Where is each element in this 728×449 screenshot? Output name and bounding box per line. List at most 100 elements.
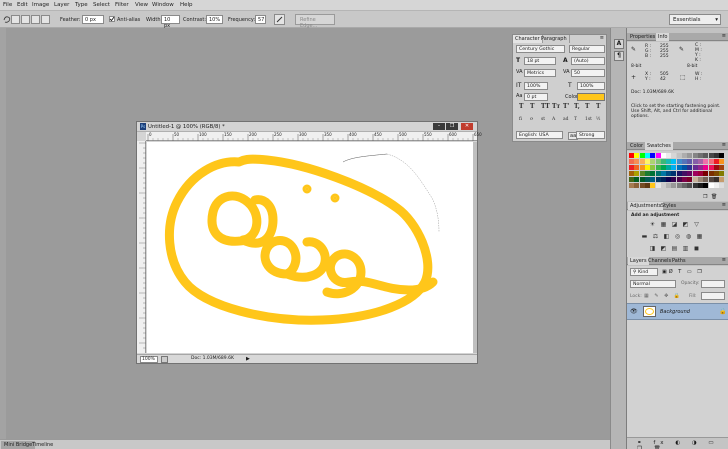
opentype-button[interactable]: fi [519, 117, 522, 122]
swatch[interactable] [671, 177, 677, 182]
canvas-area[interactable] [147, 142, 477, 353]
layer-filter-icons[interactable]: ▣Ø T ▭ ❐ [662, 269, 704, 275]
swatch[interactable] [655, 159, 661, 164]
layers-footer-icons[interactable]: ⚭ fx ◐ ◑ ▭ ❐ 🗑 [637, 440, 728, 449]
opentype-button[interactable]: ơ [530, 117, 533, 122]
panel-menu-icon[interactable]: ≡ [722, 257, 726, 263]
swatch[interactable] [629, 165, 634, 170]
swatch[interactable] [644, 159, 650, 164]
swatch[interactable] [692, 171, 698, 176]
adjustment-icon[interactable]: ⚖ [652, 233, 659, 240]
layer-row-background[interactable]: 👁 Background 🔒 [627, 303, 728, 320]
swatch[interactable] [697, 177, 703, 182]
opentype-button[interactable]: 1st [585, 117, 592, 122]
panel-menu-icon[interactable]: ≡ [722, 202, 726, 208]
adjustment-icon[interactable]: ◪ [671, 221, 678, 228]
swatch[interactable] [650, 183, 656, 188]
swatch[interactable] [687, 183, 693, 188]
swatch[interactable] [639, 159, 645, 164]
opentype-button[interactable]: T [574, 117, 577, 122]
antialias-select[interactable]: Strong [576, 131, 605, 139]
swatch[interactable] [634, 171, 640, 176]
maximize-button[interactable]: ❐ [446, 123, 458, 130]
swatch[interactable] [676, 177, 682, 182]
swatch[interactable] [666, 165, 672, 170]
opentype-button[interactable]: ad [563, 117, 569, 122]
swatch[interactable] [682, 177, 687, 182]
swatch[interactable] [697, 153, 703, 158]
font-family-select[interactable]: Century Gothic [516, 45, 565, 53]
status-menu-arrow-icon[interactable]: ▶ [246, 356, 250, 362]
swatch[interactable] [639, 171, 645, 176]
type-style-button[interactable]: Tт [552, 103, 560, 110]
swatch[interactable] [692, 177, 698, 182]
tracking-input[interactable]: 50 [571, 69, 605, 77]
swatch[interactable] [639, 183, 645, 188]
new-selection-icon[interactable] [11, 15, 20, 24]
feather-input[interactable]: 0 px [82, 15, 104, 24]
swatch[interactable] [708, 171, 714, 176]
tab-swatches[interactable]: Swatches [645, 142, 673, 150]
swatch[interactable] [687, 165, 693, 170]
menu-window[interactable]: Window [152, 2, 174, 8]
menu-file[interactable]: File [3, 2, 12, 8]
adjustment-icon[interactable]: ◎ [674, 233, 681, 240]
swatch[interactable] [708, 183, 714, 188]
adjustment-icon[interactable]: ◩ [682, 221, 689, 228]
swatch[interactable] [671, 183, 677, 188]
type-style-button[interactable]: TT [541, 103, 550, 110]
swatch[interactable] [650, 177, 656, 182]
menu-filter[interactable]: Filter [115, 2, 129, 8]
trash-icon[interactable]: 🗑 [711, 194, 717, 200]
tab-color[interactable]: Color [628, 142, 645, 150]
swatch[interactable] [713, 177, 719, 182]
swatch[interactable] [687, 177, 693, 182]
swatch[interactable] [719, 165, 725, 170]
add-selection-icon[interactable] [21, 15, 30, 24]
swatch[interactable] [692, 159, 698, 164]
font-size-input[interactable]: 18 pt [524, 57, 556, 65]
menu-image[interactable]: Image [32, 2, 49, 8]
swatch[interactable] [666, 153, 672, 158]
swatch[interactable] [660, 171, 666, 176]
paragraph-panel-icon[interactable]: ¶ [614, 51, 624, 61]
vertical-scale-input[interactable]: 100% [524, 82, 548, 90]
swatch[interactable] [703, 165, 709, 170]
zoom-input[interactable]: 100% [140, 356, 158, 363]
menu-select[interactable]: Select [93, 2, 110, 8]
swatch[interactable] [708, 177, 714, 182]
swatch[interactable] [644, 165, 650, 170]
swatch[interactable] [629, 183, 634, 188]
blend-mode-select[interactable]: Normal [630, 280, 676, 288]
adjustment-icon[interactable]: ▬ [641, 233, 648, 240]
panel-menu-icon[interactable]: ≡ [600, 35, 604, 41]
tab-paragraph[interactable]: Paragraph [539, 35, 570, 43]
menu-edit[interactable]: Edit [17, 2, 28, 8]
panel-menu-icon[interactable]: ≡ [722, 33, 726, 39]
swatch[interactable] [719, 153, 725, 158]
tab-timeline[interactable]: Timeline [29, 441, 56, 449]
swatch[interactable] [713, 183, 719, 188]
swatch[interactable] [697, 165, 703, 170]
adjustment-icon[interactable]: ◩ [660, 245, 667, 252]
swatch[interactable] [666, 171, 672, 176]
tab-styles[interactable]: Styles [659, 202, 678, 210]
swatch[interactable] [676, 171, 682, 176]
swatch[interactable] [687, 153, 693, 158]
swatch[interactable] [660, 165, 666, 170]
frequency-input[interactable]: 57 [255, 15, 266, 24]
menu-view[interactable]: View [135, 2, 148, 8]
adjustment-icon[interactable]: ◍ [685, 233, 692, 240]
swatch[interactable] [708, 153, 714, 158]
swatch[interactable] [644, 171, 650, 176]
swatch[interactable] [655, 177, 661, 182]
swatch[interactable] [660, 153, 666, 158]
leading-input[interactable]: (Auto) [571, 57, 605, 65]
adjustment-icon[interactable]: ◼ [693, 245, 700, 252]
swatch[interactable] [697, 159, 703, 164]
swatch[interactable] [708, 165, 714, 170]
tab-properties[interactable]: Properties [628, 33, 657, 41]
swatch[interactable] [666, 183, 672, 188]
swatch[interactable] [692, 153, 698, 158]
panel-menu-icon[interactable]: ≡ [722, 142, 726, 148]
